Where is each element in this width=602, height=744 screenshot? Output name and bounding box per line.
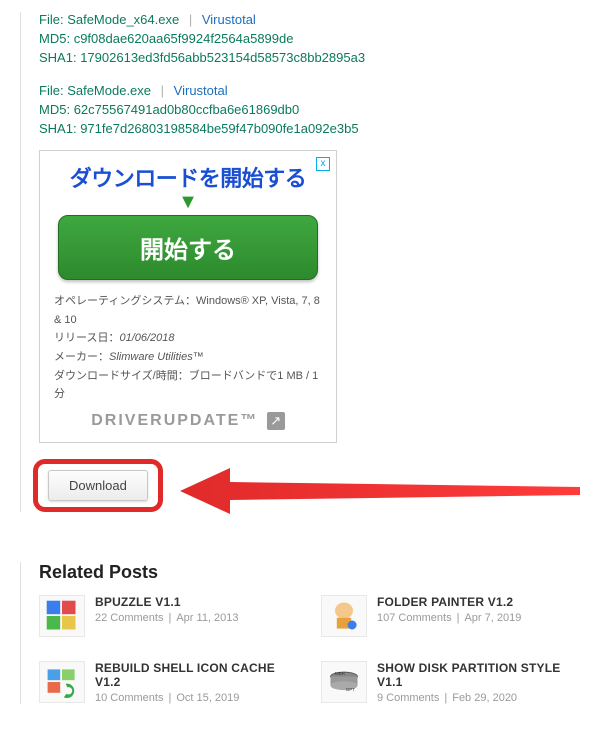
md5-label: MD5: xyxy=(39,31,70,46)
post-thumbnail xyxy=(39,595,85,637)
post-date: Apr 7, 2019 xyxy=(464,612,521,624)
svg-text:GPT: GPT xyxy=(346,687,356,692)
external-link-icon: ↗ xyxy=(267,412,285,430)
md5-label: MD5: xyxy=(39,102,70,117)
ad-start-button[interactable]: 開始する xyxy=(58,215,318,280)
file-block: File: SafeMode.exe | Virustotal MD5: 62c… xyxy=(39,83,582,136)
file-block: File: SafeMode_x64.exe | Virustotal MD5:… xyxy=(39,12,582,65)
post-comments: 107 Comments xyxy=(377,612,452,624)
triangle-down-icon: ▼ xyxy=(54,195,322,209)
file-name: SafeMode_x64.exe xyxy=(67,12,179,27)
post-date: Feb 29, 2020 xyxy=(452,692,517,704)
svg-text:MBR: MBR xyxy=(335,671,346,676)
ad-banner[interactable]: x ダウンロードを開始する ▼ 開始する オペレーティングシステム：Window… xyxy=(39,150,337,443)
sha1-label: SHA1: xyxy=(39,50,77,65)
virustotal-link[interactable]: Virustotal xyxy=(202,12,256,27)
related-post[interactable]: MBR GPT SHOW DISK PARTITION STYLE V1.1 9 … xyxy=(321,661,573,704)
ad-meta: オペレーティングシステム：Windows® XP, Vista, 7, 8 & … xyxy=(54,292,322,404)
post-thumbnail xyxy=(321,595,367,637)
md5-value: c9f08dae620aa65f9924f2564a5899de xyxy=(74,31,294,46)
ad-headline: ダウンロードを開始する xyxy=(54,161,322,193)
post-date: Oct 15, 2019 xyxy=(176,692,239,704)
post-thumbnail xyxy=(39,661,85,703)
file-label: File: xyxy=(39,12,64,27)
ad-brand: DRIVERUPDATE™ ↗ xyxy=(54,412,322,430)
post-comments: 10 Comments xyxy=(95,692,163,704)
post-comments: 22 Comments xyxy=(95,612,163,624)
annotation-arrow xyxy=(20,456,582,526)
sha1-value: 971fe7d26803198584be59f47b090fe1a092e3b5 xyxy=(80,121,358,136)
related-post[interactable]: FOLDER PAINTER V1.2 107 Comments|Apr 7, … xyxy=(321,595,573,637)
related-post[interactable]: BPUZZLE V1.1 22 Comments|Apr 11, 2013 xyxy=(39,595,291,637)
related-posts-heading: Related Posts xyxy=(39,562,582,583)
sha1-label: SHA1: xyxy=(39,121,77,136)
file-name: SafeMode.exe xyxy=(67,83,151,98)
related-post[interactable]: REBUILD SHELL ICON CACHE V1.2 10 Comment… xyxy=(39,661,291,704)
post-title: BPUZZLE V1.1 xyxy=(95,595,239,609)
separator: | xyxy=(183,12,198,27)
sha1-value: 17902613ed3fd56abb523154d58573c8bb2895a3 xyxy=(80,50,365,65)
post-comments: 9 Comments xyxy=(377,692,439,704)
virustotal-link[interactable]: Virustotal xyxy=(174,83,228,98)
post-date: Apr 11, 2013 xyxy=(176,612,238,624)
md5-value: 62c75567491ad0b80ccfba6e61869db0 xyxy=(74,102,300,117)
file-label: File: xyxy=(39,83,64,98)
related-posts-grid: BPUZZLE V1.1 22 Comments|Apr 11, 2013 FO… xyxy=(39,595,582,704)
post-thumbnail: MBR GPT xyxy=(321,661,367,703)
post-title: REBUILD SHELL ICON CACHE V1.2 xyxy=(95,661,291,689)
post-title: SHOW DISK PARTITION STYLE V1.1 xyxy=(377,661,573,689)
close-icon[interactable]: x xyxy=(316,157,330,171)
separator: | xyxy=(155,83,170,98)
post-title: FOLDER PAINTER V1.2 xyxy=(377,595,521,609)
